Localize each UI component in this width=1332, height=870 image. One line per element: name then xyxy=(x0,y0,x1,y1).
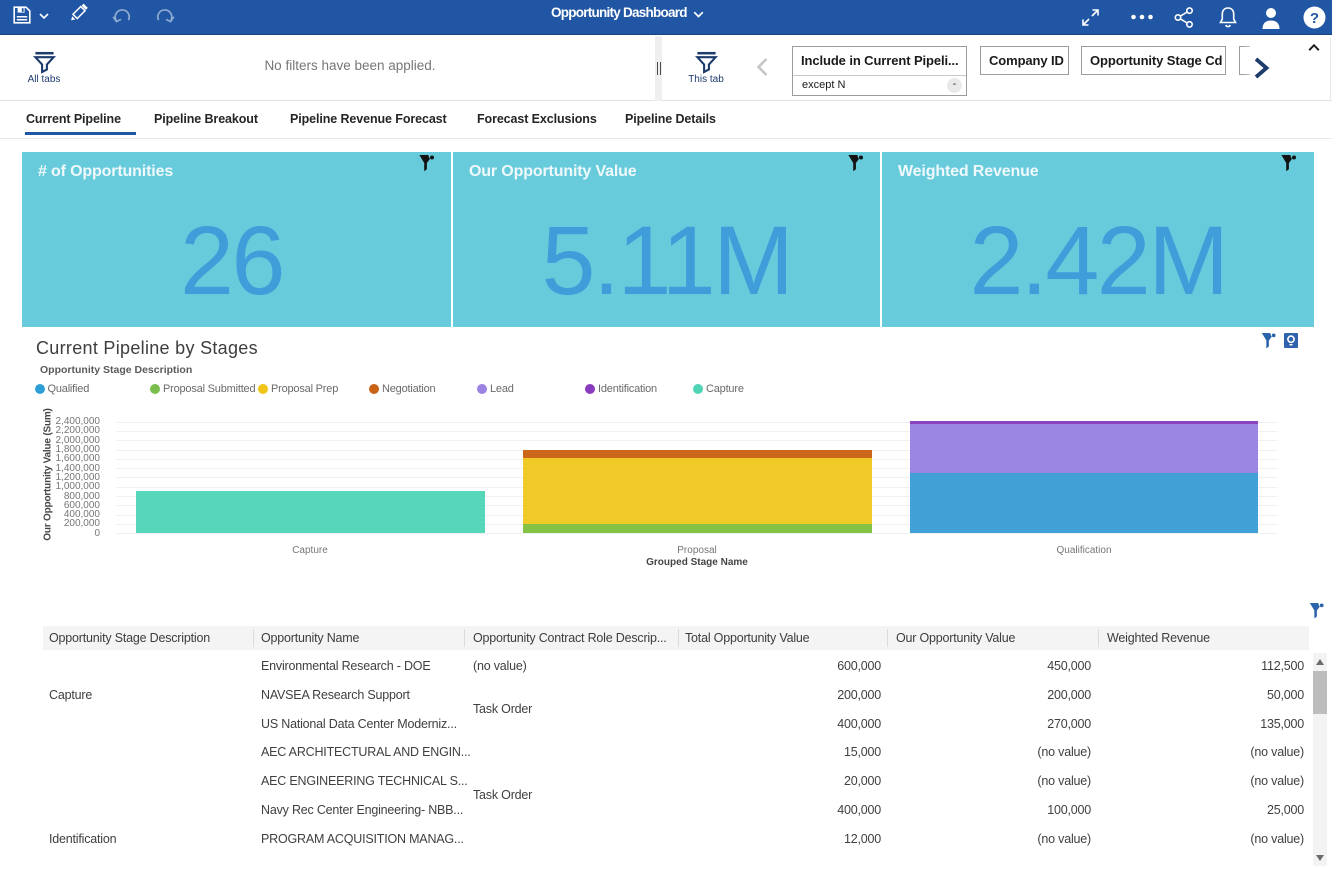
svg-text:?: ? xyxy=(1310,10,1319,27)
